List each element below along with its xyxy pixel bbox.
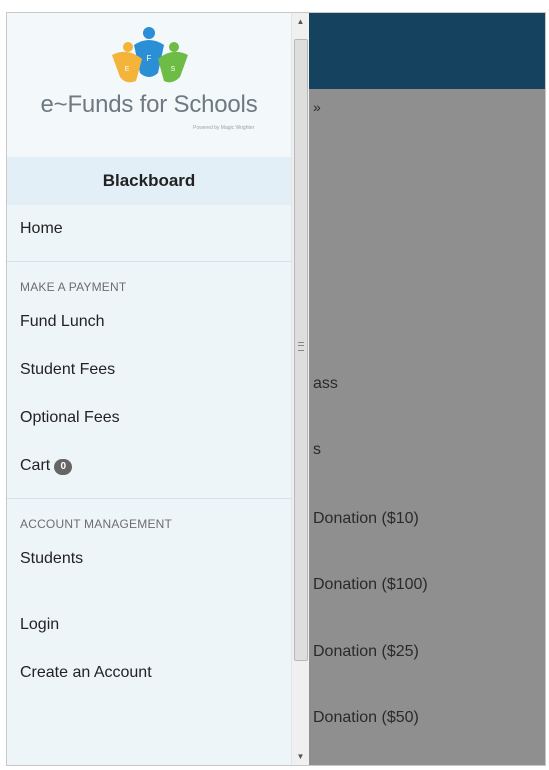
menu-item-students[interactable]: Students — [7, 535, 291, 583]
menu-item-optional-fees[interactable]: Optional Fees — [7, 394, 291, 442]
site-name: Blackboard — [7, 157, 291, 205]
background-mark: » — [313, 99, 321, 115]
cart-label: Cart — [20, 457, 51, 474]
background-item: Donation ($10) — [313, 510, 419, 527]
svg-text:E: E — [125, 66, 130, 73]
app-window: » ass s Donation ($10) Donation ($100) D… — [6, 12, 546, 766]
background-item: s — [313, 441, 321, 458]
scroll-down-icon[interactable]: ▼ — [292, 748, 309, 765]
menu-item-create-account[interactable]: Create an Account — [7, 649, 291, 697]
cart-count-badge: 0 — [54, 459, 73, 475]
background-item: Donation ($50) — [313, 709, 419, 726]
svg-text:S: S — [171, 66, 176, 73]
menu-item-home[interactable]: Home — [7, 205, 291, 253]
drawer-scrollbar[interactable]: ▲ ▼ — [291, 13, 309, 765]
section-title-make-payment: MAKE A PAYMENT — [20, 280, 127, 294]
scroll-thumb[interactable] — [294, 39, 308, 661]
logo-title: e~Funds for Schools — [40, 91, 258, 118]
logo-subtitle: Powered by Magic Wrighter — [193, 125, 255, 131]
svg-text:F: F — [147, 54, 152, 63]
grip-icon — [298, 342, 304, 351]
divider — [7, 498, 291, 499]
side-drawer: F E S e~Funds for Schools Powered by Mag… — [7, 13, 291, 765]
scroll-up-icon[interactable]: ▲ — [292, 13, 309, 30]
divider — [7, 261, 291, 262]
menu-item-student-fees[interactable]: Student Fees — [7, 346, 291, 394]
menu-item-login[interactable]: Login — [7, 601, 291, 649]
background-item: Donation ($25) — [313, 643, 419, 660]
section-title-account-management: ACCOUNT MANAGEMENT — [20, 517, 173, 531]
menu-item-cart[interactable]: Cart 0 — [7, 442, 291, 490]
logo[interactable]: F E S e~Funds for Schools Powered by Mag… — [7, 13, 291, 157]
menu-item-fund-lunch[interactable]: Fund Lunch — [7, 298, 291, 346]
background-item: Donation ($100) — [313, 576, 428, 593]
background-item: ass — [313, 375, 338, 392]
logo-people-icon: F E S — [112, 27, 188, 83]
